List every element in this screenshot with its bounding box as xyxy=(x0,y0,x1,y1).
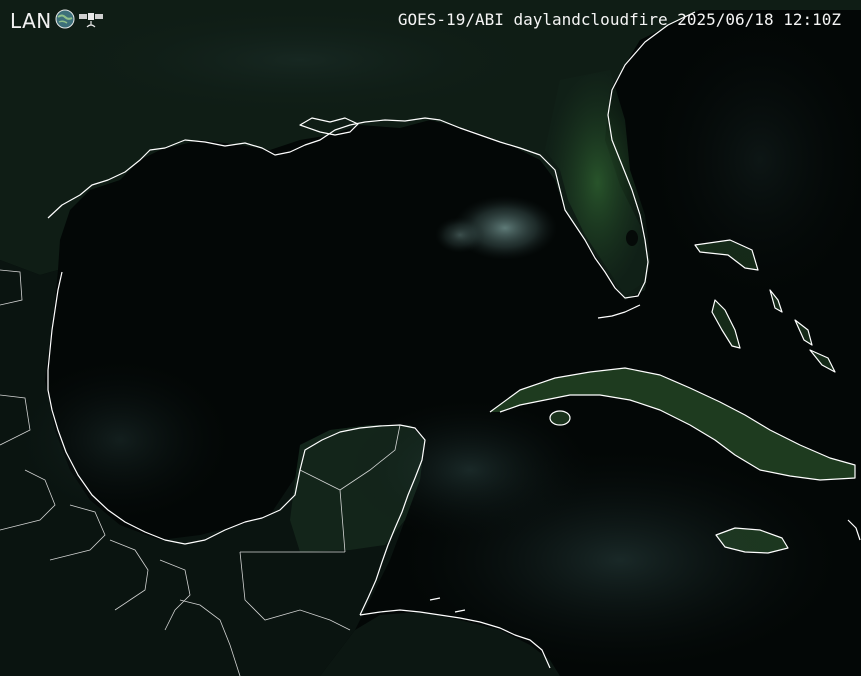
lan-logo: LAN xyxy=(10,8,104,34)
lake-okeechobee xyxy=(626,230,638,246)
satellite-image-viewer: LAN GOES-19/ABI daylandcloudfire 2025/06… xyxy=(0,0,861,676)
globe-icon xyxy=(54,8,76,35)
logo-text: LAN xyxy=(10,9,52,33)
haze-mexico xyxy=(10,360,230,520)
satellite-icon xyxy=(78,8,104,35)
satellite-map xyxy=(0,0,861,676)
haze-yucatan-channel xyxy=(350,400,590,540)
cloud-cluster-gulf-2 xyxy=(435,217,485,253)
haze-atlantic xyxy=(650,20,861,300)
image-title: GOES-19/ABI daylandcloudfire 2025/06/18 … xyxy=(397,10,841,29)
